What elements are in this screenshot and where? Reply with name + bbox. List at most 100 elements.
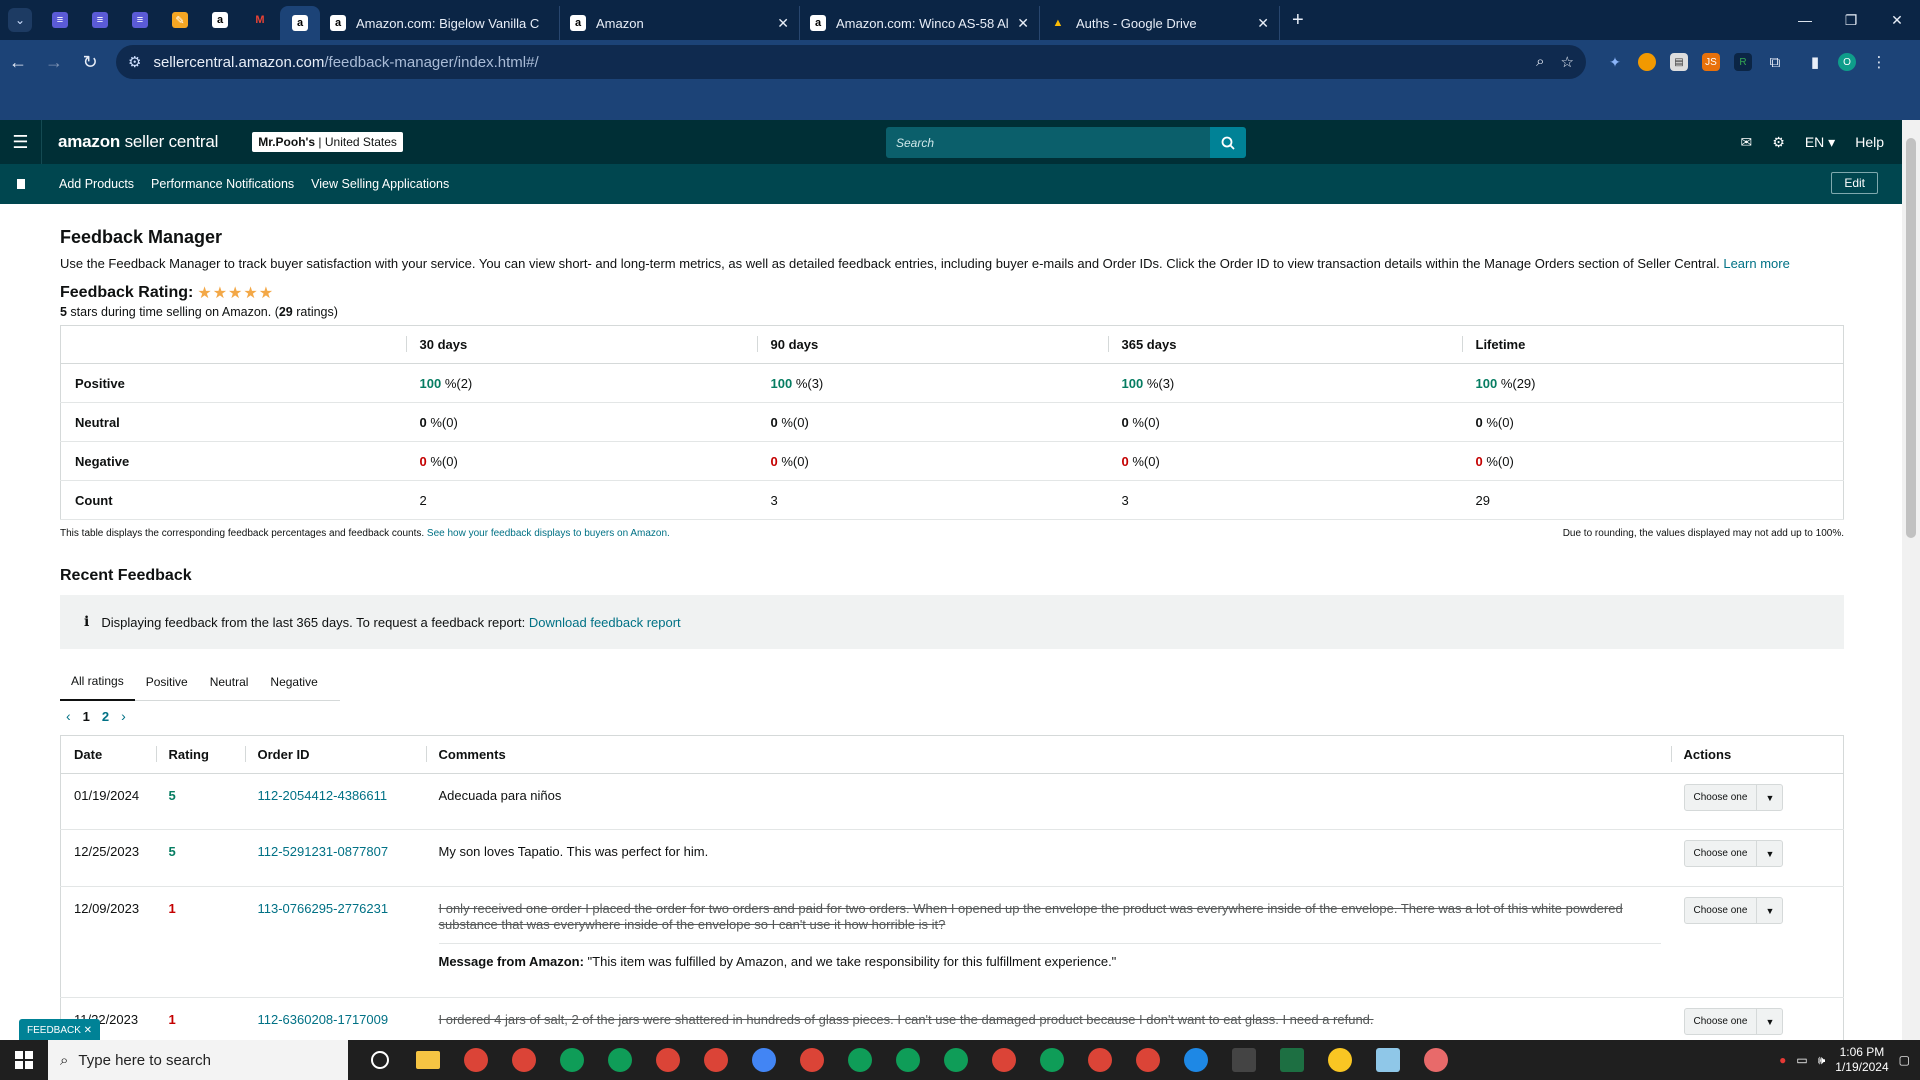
profile-avatar-icon[interactable]: O [1838,53,1856,71]
new-tab-icon[interactable]: + [1292,9,1304,32]
chrome-icon[interactable] [1076,1040,1124,1080]
notifications-icon[interactable]: ▢ [1899,1053,1910,1067]
excel-icon[interactable] [1268,1040,1316,1080]
back-icon[interactable]: ← [0,44,36,80]
extension-js-icon[interactable]: JS [1702,53,1720,71]
browser-tab[interactable]: a Amazon.com: Winco AS-58 Alu ✕ [800,6,1040,40]
close-tab-icon[interactable]: ✕ [1257,15,1269,32]
mail-icon[interactable]: ✉ [1741,134,1753,151]
extension-circle-icon[interactable] [1638,53,1656,71]
tab-all-ratings[interactable]: All ratings [60,663,135,701]
actions-dropdown[interactable]: Choose one ▼ [1683,784,1784,811]
reload-icon[interactable]: ↻ [72,44,108,80]
taskbar-search[interactable]: ⌕ Type here to search [48,1040,348,1080]
browser-tab[interactable]: a Amazon ✕ [560,6,800,40]
bookmark-icon[interactable] [0,179,42,189]
chrome-icon[interactable] [548,1040,596,1080]
notepad-icon[interactable] [1364,1040,1412,1080]
buyer-display-link[interactable]: See how your feedback displays to buyers… [427,528,670,539]
calculator-icon[interactable] [1220,1040,1268,1080]
download-feedback-report-link[interactable]: Download feedback report [529,615,681,630]
chrome-icon[interactable] [500,1040,548,1080]
nav-add-products[interactable]: Add Products [59,177,134,191]
seller-central-logo[interactable]: amazon seller central [58,132,218,152]
chrome-icon[interactable] [884,1040,932,1080]
hamburger-menu-icon[interactable]: ☰ [0,120,42,164]
tab-search-chevron-icon[interactable]: ⌄ [8,8,32,32]
pinned-tab-1[interactable]: ≡ [40,0,80,40]
actions-dropdown[interactable]: Choose one ▼ [1683,897,1784,924]
chrome-icon[interactable] [644,1040,692,1080]
page-2[interactable]: 2 [102,709,109,724]
page-scrollbar[interactable] [1902,120,1920,1040]
edge-icon[interactable] [1172,1040,1220,1080]
tab-positive[interactable]: Positive [135,663,199,701]
language-selector[interactable]: EN ▾ [1805,134,1835,151]
learn-more-link[interactable]: Learn more [1723,256,1789,271]
bookmark-star-icon[interactable]: ☆ [1561,53,1574,71]
task-view-icon[interactable] [356,1040,404,1080]
network-icon[interactable]: ▭ [1796,1053,1807,1067]
file-explorer-icon[interactable] [404,1040,452,1080]
zoom-icon[interactable]: ⌕ [1536,53,1544,71]
side-panel-icon[interactable]: ▮ [1806,53,1824,71]
volume-icon[interactable]: 🕪 [1818,1053,1826,1068]
close-tab-icon[interactable]: ✕ [777,15,789,32]
app-unicorn-icon[interactable] [1412,1040,1460,1080]
tab-negative[interactable]: Negative [259,663,328,701]
pinned-tab-2[interactable]: ≡ [80,0,120,40]
chrome-icon[interactable] [596,1040,644,1080]
pinned-tab-6[interactable]: M [240,0,280,40]
pinned-tab-active[interactable]: a [280,6,320,40]
site-info-icon[interactable]: ⚙ [128,53,141,71]
pinned-tab-4[interactable]: ✎ [160,0,200,40]
chevron-right-icon[interactable]: › [121,708,126,724]
chrome-icon[interactable] [740,1040,788,1080]
order-id-link[interactable]: 112-6360208-1717009 [258,1012,389,1027]
help-link[interactable]: Help [1855,134,1884,150]
chrome-icon[interactable] [788,1040,836,1080]
chrome-icon[interactable] [1028,1040,1076,1080]
chrome-icon[interactable] [1124,1040,1172,1080]
edit-nav-button[interactable]: Edit [1831,172,1878,194]
search-icon[interactable] [1210,127,1246,158]
chrome-icon[interactable] [692,1040,740,1080]
order-id-link[interactable]: 112-2054412-4386611 [258,788,388,803]
feedback-float-button[interactable]: FEEDBACK ✕ [19,1019,101,1041]
chrome-icon[interactable] [980,1040,1028,1080]
extension-badge-icon[interactable]: ▤ [1670,53,1688,71]
address-bar[interactable]: ⚙ sellercentral.amazon.com/feedback-mana… [116,45,1586,79]
browser-tab[interactable]: ▲ Auths - Google Drive ✕ [1040,6,1280,40]
chrome-icon[interactable] [836,1040,884,1080]
browser-menu-icon[interactable]: ⋮ [1870,53,1888,71]
app-yellow-icon[interactable] [1316,1040,1364,1080]
actions-dropdown[interactable]: Choose one ▼ [1683,840,1784,867]
chrome-icon[interactable] [932,1040,980,1080]
close-window-icon[interactable]: ✕ [1874,0,1920,40]
forward-icon[interactable]: → [36,44,72,80]
actions-dropdown[interactable]: Choose one ▼ [1683,1008,1784,1035]
close-tab-icon[interactable]: ✕ [1017,15,1029,32]
pinned-tab-5[interactable]: a [200,0,240,40]
gear-icon[interactable]: ⚙ [1772,134,1785,151]
pinned-tab-3[interactable]: ≡ [120,0,160,40]
scrollbar-thumb[interactable] [1906,138,1916,538]
minimize-icon[interactable]: — [1782,0,1828,40]
order-id-link[interactable]: 113-0766295-2776231 [258,901,389,916]
extensions-puzzle-icon[interactable]: ⧉ [1766,53,1784,71]
taskbar-clock[interactable]: 1:06 PM 1/19/2024 [1835,1045,1888,1075]
seller-search-input[interactable]: Search [886,127,1210,158]
browser-tab[interactable]: a Amazon.com: Bigelow Vanilla C [320,6,560,40]
chevron-left-icon[interactable]: ‹ [66,708,71,724]
page-1[interactable]: 1 [83,709,90,724]
extension-sparkle-icon[interactable]: ✦ [1606,53,1624,71]
windows-start-icon[interactable] [0,1040,48,1080]
chrome-icon[interactable] [452,1040,500,1080]
extension-r-icon[interactable]: R [1734,53,1752,71]
nav-view-selling-applications[interactable]: View Selling Applications [311,177,449,191]
store-switcher[interactable]: Mr.Pooh's | United States [252,132,403,152]
restore-icon[interactable]: ❐ [1828,0,1874,40]
tray-app-icon[interactable]: ● [1779,1053,1786,1067]
order-id-link[interactable]: 112-5291231-0877807 [258,844,389,859]
tab-neutral[interactable]: Neutral [199,663,260,701]
